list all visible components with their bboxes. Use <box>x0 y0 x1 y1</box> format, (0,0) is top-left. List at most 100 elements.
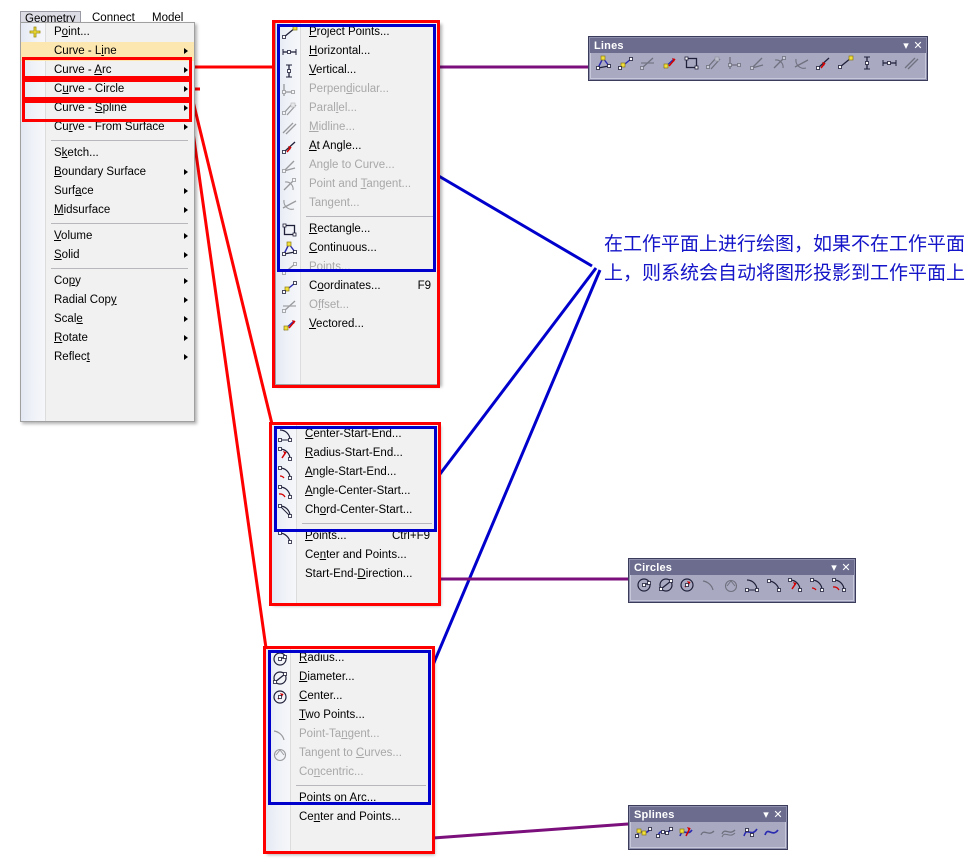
chevron-down-icon[interactable]: ▾ <box>760 809 772 821</box>
toolbar-button-circle-diameter[interactable] <box>655 577 677 598</box>
line-at-angle-icon <box>815 55 833 76</box>
toolbar-button-circle-radius[interactable] <box>633 577 655 598</box>
menu-item-label: Sketch... <box>54 147 99 159</box>
toolbar-splines-buttons <box>630 822 786 848</box>
toolbar-button-circle-center[interactable] <box>677 577 699 598</box>
menu-item-reflect[interactable]: Reflect <box>21 348 194 367</box>
toolbar-button-line-tangent <box>791 55 813 76</box>
chevron-right-icon <box>184 124 188 130</box>
toolbar-button-line-offset <box>637 55 659 76</box>
toolbar-button-spline-edit[interactable] <box>762 824 783 845</box>
connector-line-curve-circle <box>188 110 268 649</box>
chevron-down-icon[interactable]: ▾ <box>900 40 912 52</box>
toolbar-button-line-at-angle[interactable] <box>813 55 835 76</box>
toolbar-lines-buttons <box>590 53 926 79</box>
chevron-right-icon <box>184 252 188 258</box>
menu-item-label: Curve - From Surface <box>54 121 165 133</box>
toolbar-button-spline-fit[interactable] <box>740 824 761 845</box>
connector-blue-arc-submenu <box>435 267 598 479</box>
connector-purple-splines-toolbar <box>432 822 629 840</box>
toolbar-button-line-coordinates[interactable] <box>615 55 637 76</box>
menu-item-radial-copy[interactable]: Radial Copy <box>21 291 194 310</box>
menu-item-label: Copy <box>54 275 81 287</box>
toolbar-splines-title: Splines <box>634 808 675 821</box>
toolbar-button-line-continuous[interactable] <box>593 55 615 76</box>
line-coordinates-icon <box>617 55 635 76</box>
chevron-down-icon[interactable]: ▾ <box>828 562 840 574</box>
toolbar-button-spline-vectored[interactable] <box>676 824 697 845</box>
toolbar-splines-titlebar[interactable]: Splines ▾ ✕ <box>630 807 786 822</box>
toolbar-button-circle-point-tangent <box>698 577 720 598</box>
chevron-right-icon <box>184 48 188 54</box>
menu-item-solid[interactable]: Solid <box>21 246 194 265</box>
toolbar-lines: Lines ▾ ✕ <box>588 36 928 81</box>
toolbar-lines-titlebar[interactable]: Lines ▾ ✕ <box>590 38 926 53</box>
chevron-right-icon <box>184 297 188 303</box>
chevron-right-icon <box>184 233 188 239</box>
close-icon[interactable]: ✕ <box>840 562 852 574</box>
menu-separator <box>51 140 188 141</box>
toolbar-button-line-parallel <box>703 55 725 76</box>
menu-item-volume[interactable]: Volume <box>21 227 194 246</box>
toolbar-button-line-project-points[interactable] <box>835 55 857 76</box>
toolbar-button-arc-angle-center-start[interactable] <box>829 577 851 598</box>
spline-through-points-icon <box>656 824 674 845</box>
menu-item-rotate[interactable]: Rotate <box>21 329 194 348</box>
menu-item-label: Boundary Surface <box>54 166 147 178</box>
spline-offset-icon <box>720 824 738 845</box>
toolbar-button-spline-blend <box>697 824 718 845</box>
menu-item-point[interactable]: Point... <box>21 23 194 42</box>
line-parallel-icon <box>705 55 723 76</box>
line-midline-icon <box>903 55 921 76</box>
circle-radius-icon <box>635 577 653 598</box>
connector-blue-circle-submenu <box>428 269 602 673</box>
menu-item-copy[interactable]: Copy <box>21 272 194 291</box>
menu-item-label: Volume <box>54 230 93 242</box>
line-tangent-icon <box>793 55 811 76</box>
toolbar-button-line-point-tangent <box>769 55 791 76</box>
connector-line-curve-arc <box>188 88 274 425</box>
menu-item-boundary-surface[interactable]: Boundary Surface <box>21 163 194 182</box>
chevron-right-icon <box>184 335 188 341</box>
arc-points-icon <box>766 577 784 598</box>
arc-angle-center-start-icon <box>831 577 849 598</box>
toolbar-button-arc-radius-start-end[interactable] <box>786 577 808 598</box>
menu-item-sketch[interactable]: Sketch... <box>21 144 194 163</box>
toolbar-button-arc-points[interactable] <box>764 577 786 598</box>
arc-angle-start-end-icon <box>809 577 827 598</box>
menu-item-label: Surface <box>54 185 94 197</box>
toolbar-button-line-perpendicular <box>725 55 747 76</box>
toolbar-circles-titlebar[interactable]: Circles ▾ ✕ <box>630 560 854 575</box>
toolbar-circles-buttons <box>630 575 854 601</box>
spline-vectored-icon <box>678 824 696 845</box>
toolbar-circles: Circles ▾ ✕ <box>628 558 856 603</box>
toolbar-button-spline-through-points[interactable] <box>654 824 675 845</box>
menu-item-midsurface[interactable]: Midsurface <box>21 201 194 220</box>
menu-separator <box>51 268 188 269</box>
highlight-box-curve-line <box>22 57 192 79</box>
menu-item-scale[interactable]: Scale <box>21 310 194 329</box>
chevron-right-icon <box>184 207 188 213</box>
close-icon[interactable]: ✕ <box>772 809 784 821</box>
toolbar-button-arc-angle-start-end[interactable] <box>807 577 829 598</box>
line-vertical-icon <box>859 55 877 76</box>
toolbar-button-line-vertical[interactable] <box>857 55 879 76</box>
toolbar-button-line-vectored[interactable] <box>659 55 681 76</box>
toolbar-circles-title: Circles <box>634 561 673 574</box>
toolbar-button-line-horizontal[interactable] <box>879 55 901 76</box>
chevron-right-icon <box>184 316 188 322</box>
toolbar-button-line-rectangle[interactable] <box>681 55 703 76</box>
highlight-box-curve-arc <box>22 79 192 100</box>
toolbar-button-arc-center-start-end[interactable] <box>742 577 764 598</box>
spline-fit-icon <box>742 824 760 845</box>
line-continuous-icon <box>595 55 613 76</box>
menu-item-label: Curve - Line <box>54 45 117 57</box>
toolbar-splines: Splines ▾ ✕ <box>628 805 788 850</box>
toolbar-button-spline-control-points[interactable] <box>633 824 654 845</box>
toolbar-button-line-midline <box>901 55 923 76</box>
chevron-right-icon <box>184 188 188 194</box>
menu-item-surface[interactable]: Surface <box>21 182 194 201</box>
highlight-box-curve-circle <box>22 100 192 122</box>
close-icon[interactable]: ✕ <box>912 40 924 52</box>
toolbar-button-circle-tangent-curves <box>720 577 742 598</box>
